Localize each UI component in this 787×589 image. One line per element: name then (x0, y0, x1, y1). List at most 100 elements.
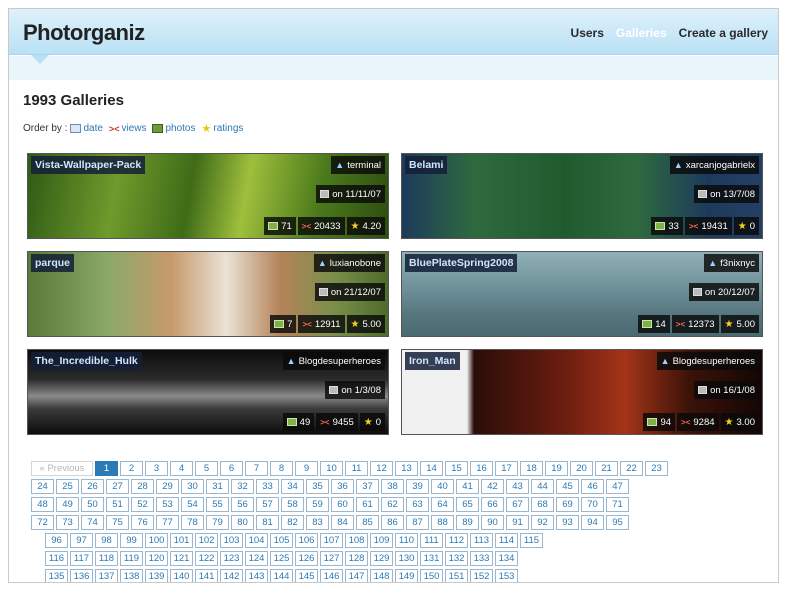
gallery-owner[interactable]: ▲ Blogdesuperheroes (656, 352, 759, 370)
pagination-page[interactable]: 142 (220, 569, 243, 582)
pagination-page[interactable]: 66 (481, 497, 504, 512)
pagination-page[interactable]: 70 (581, 497, 604, 512)
pagination-page[interactable]: 95 (606, 515, 629, 530)
pagination-page[interactable]: 40 (431, 479, 454, 494)
pagination-page[interactable]: 75 (106, 515, 129, 530)
pagination-page[interactable]: 3 (145, 461, 168, 476)
pagination-page[interactable]: 84 (331, 515, 354, 530)
pagination-page[interactable]: 106 (295, 533, 318, 548)
pagination-page[interactable]: 30 (181, 479, 204, 494)
pagination-page[interactable]: 21 (595, 461, 618, 476)
pagination-page[interactable]: 35 (306, 479, 329, 494)
pagination-page[interactable]: 129 (370, 551, 393, 566)
gallery-title[interactable]: Iron_Man (405, 352, 460, 370)
gallery-title[interactable]: The_Incredible_Hulk (31, 352, 142, 370)
pagination-page[interactable]: 126 (295, 551, 318, 566)
pagination-page[interactable]: 132 (445, 551, 468, 566)
pagination-page[interactable]: 68 (531, 497, 554, 512)
pagination-page[interactable]: 131 (420, 551, 443, 566)
order-by-photos[interactable]: photos (152, 123, 196, 134)
pagination-page[interactable]: 34 (281, 479, 304, 494)
pagination-page[interactable]: 6 (220, 461, 243, 476)
pagination-page[interactable]: 120 (145, 551, 168, 566)
pagination-page[interactable]: 36 (331, 479, 354, 494)
pagination-page[interactable]: 115 (520, 533, 543, 548)
pagination-page[interactable]: 12 (370, 461, 393, 476)
pagination-page[interactable]: 25 (56, 479, 79, 494)
pagination-page[interactable]: 100 (145, 533, 168, 548)
gallery-title[interactable]: parque (31, 254, 75, 272)
pagination-page[interactable]: 140 (170, 569, 193, 582)
pagination-page[interactable]: 143 (245, 569, 268, 582)
pagination-page[interactable]: 151 (445, 569, 468, 582)
pagination-page[interactable]: 38 (381, 479, 404, 494)
pagination-page[interactable]: 65 (456, 497, 479, 512)
pagination-page[interactable]: 10 (320, 461, 343, 476)
pagination-page[interactable]: 77 (156, 515, 179, 530)
pagination-page[interactable]: 130 (395, 551, 418, 566)
pagination-page[interactable]: 28 (131, 479, 154, 494)
pagination-page[interactable]: 123 (220, 551, 243, 566)
pagination-page[interactable]: 16 (470, 461, 493, 476)
pagination-page[interactable]: 67 (506, 497, 529, 512)
pagination-page[interactable]: 80 (231, 515, 254, 530)
pagination-page[interactable]: 87 (406, 515, 429, 530)
pagination-page[interactable]: 15 (445, 461, 468, 476)
pagination-page[interactable]: 44 (531, 479, 554, 494)
pagination-page[interactable]: 85 (356, 515, 379, 530)
pagination-page[interactable]: 17 (495, 461, 518, 476)
pagination-page[interactable]: 43 (506, 479, 529, 494)
pagination-page[interactable]: 89 (456, 515, 479, 530)
pagination-page[interactable]: 98 (95, 533, 118, 548)
pagination-page[interactable]: 104 (245, 533, 268, 548)
pagination-page[interactable]: 4 (170, 461, 193, 476)
pagination-page[interactable]: 139 (145, 569, 168, 582)
pagination-page[interactable]: 55 (206, 497, 229, 512)
pagination-page[interactable]: 76 (131, 515, 154, 530)
pagination-page[interactable]: 42 (481, 479, 504, 494)
pagination-page[interactable]: 63 (406, 497, 429, 512)
gallery-card[interactable]: Iron_Man ▲ Blogdesuperheroes on 16/1/08 9… (401, 349, 763, 435)
order-by-ratings[interactable]: ★ ratings (202, 122, 244, 135)
pagination-page[interactable]: 69 (556, 497, 579, 512)
pagination-page[interactable]: 147 (345, 569, 368, 582)
nav-create-gallery[interactable]: Create a gallery (679, 26, 768, 40)
pagination-page[interactable]: 51 (106, 497, 129, 512)
pagination-page[interactable]: 125 (270, 551, 293, 566)
gallery-card[interactable]: BluePlateSpring2008 ▲ f3nixnyc on 20/12/0… (401, 251, 763, 337)
gallery-title[interactable]: Belami (405, 156, 448, 174)
pagination-page[interactable]: 93 (556, 515, 579, 530)
pagination-page[interactable]: 91 (506, 515, 529, 530)
pagination-page[interactable]: 48 (31, 497, 54, 512)
pagination-page[interactable]: 22 (620, 461, 643, 476)
pagination-page[interactable]: 58 (281, 497, 304, 512)
pagination-page[interactable]: 99 (120, 533, 143, 548)
pagination-page[interactable]: 127 (320, 551, 343, 566)
pagination-page[interactable]: 121 (170, 551, 193, 566)
pagination-page[interactable]: 54 (181, 497, 204, 512)
pagination-page[interactable]: 62 (381, 497, 404, 512)
pagination-page[interactable]: 37 (356, 479, 379, 494)
pagination-page[interactable]: 20 (570, 461, 593, 476)
pagination-page[interactable]: 96 (45, 533, 68, 548)
pagination-page[interactable]: 60 (331, 497, 354, 512)
pagination-page[interactable]: 57 (256, 497, 279, 512)
pagination-page[interactable]: 103 (220, 533, 243, 548)
gallery-card[interactable]: Vista-Wallpaper-Pack ▲ terminal on 11/11/… (27, 153, 389, 239)
pagination-page[interactable]: 119 (120, 551, 143, 566)
pagination-page[interactable]: 153 (495, 569, 518, 582)
pagination-previous[interactable]: « Previous (31, 461, 93, 476)
pagination-page[interactable]: 144 (270, 569, 293, 582)
pagination-page[interactable]: 152 (470, 569, 493, 582)
pagination-page[interactable]: 23 (645, 461, 668, 476)
pagination-page[interactable]: 83 (306, 515, 329, 530)
pagination-page[interactable]: 39 (406, 479, 429, 494)
pagination-page[interactable]: 9 (295, 461, 318, 476)
gallery-owner[interactable]: ▲ terminal (331, 156, 385, 174)
pagination-page[interactable]: 46 (581, 479, 604, 494)
pagination-page[interactable]: 73 (56, 515, 79, 530)
pagination-page[interactable]: 26 (81, 479, 104, 494)
pagination-page[interactable]: 47 (606, 479, 629, 494)
pagination-page[interactable]: 113 (470, 533, 493, 548)
pagination-page[interactable]: 59 (306, 497, 329, 512)
